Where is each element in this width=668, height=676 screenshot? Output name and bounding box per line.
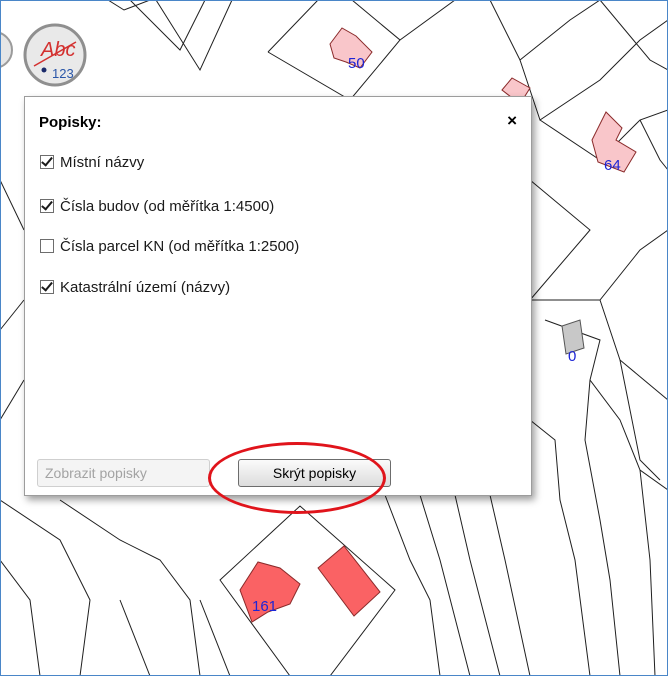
option-building-numbers[interactable]: Čísla budov (od měřítka 1:4500) bbox=[40, 195, 274, 217]
option-cadastral-area-label: Katastrální území (názvy) bbox=[60, 278, 231, 296]
option-parcel-numbers-label: Čísla parcel KN (od měřítka 1:2500) bbox=[60, 237, 300, 255]
option-local-names[interactable]: Místní názvy bbox=[40, 151, 144, 173]
partial-tool-button[interactable] bbox=[0, 30, 14, 70]
option-cadastral-area[interactable]: Katastrální území (názvy) bbox=[40, 276, 230, 298]
close-icon[interactable]: × bbox=[507, 111, 517, 131]
checkbox-building-numbers[interactable] bbox=[40, 199, 54, 213]
show-labels-button: Zobrazit popisky bbox=[37, 459, 210, 487]
option-building-numbers-label: Čísla budov (od měřítka 1:4500) bbox=[60, 197, 275, 215]
checkbox-parcel-numbers[interactable] bbox=[40, 239, 54, 253]
building-label-161: 161 bbox=[252, 598, 278, 615]
labels-tool-icon[interactable]: Abc 123 bbox=[22, 22, 88, 88]
dialog-title: Popisky: bbox=[39, 114, 102, 131]
building-label-0: 0 bbox=[568, 348, 577, 365]
checkbox-cadastral-area[interactable] bbox=[40, 280, 54, 294]
tool-text-abc: Abc bbox=[40, 39, 75, 61]
tool-text-123: 123 bbox=[52, 66, 74, 81]
option-local-names-label: Místní názvy bbox=[60, 153, 145, 171]
building-label-50: 50 bbox=[348, 55, 365, 72]
option-parcel-numbers[interactable]: Čísla parcel KN (od měřítka 1:2500) bbox=[40, 235, 299, 257]
map-viewer[interactable]: 50 64 0 161 Abc 123 Popisky: × Místní ná… bbox=[0, 0, 668, 676]
hide-labels-button[interactable]: Skrýt popisky bbox=[238, 459, 391, 487]
checkbox-local-names[interactable] bbox=[40, 155, 54, 169]
building-label-64: 64 bbox=[604, 157, 621, 174]
labels-dialog: Popisky: × Místní názvy Čísla budov (od … bbox=[24, 96, 532, 496]
